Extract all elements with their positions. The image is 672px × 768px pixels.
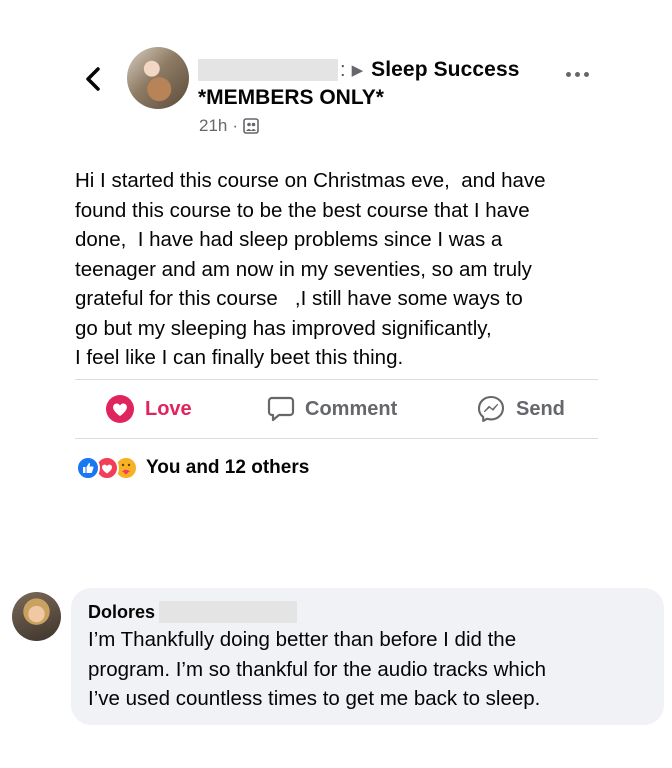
post-timestamp[interactable]: 21h (199, 116, 227, 136)
chevron-left-icon (86, 67, 100, 91)
comment-button[interactable]: Comment (267, 380, 397, 438)
post-body-line: grateful for this course ,I still have s… (75, 287, 523, 310)
post-action-bar: Love Comment Send (75, 380, 598, 438)
comment-line: I’m Thankfully doing better than before … (88, 628, 517, 651)
more-horizontal-icon (566, 72, 571, 77)
reactions-count: You and 12 others (146, 457, 310, 478)
author-avatar[interactable] (127, 47, 189, 109)
like-reaction-icon (76, 456, 100, 480)
comment-line: I’ve used countless times to get me back… (88, 687, 541, 710)
group-name[interactable]: Sleep Success (371, 58, 519, 82)
redacted-author-name (198, 59, 338, 81)
comment-text: I’m Thankfully doing better than before … (88, 625, 648, 714)
group-name-suffix[interactable]: *MEMBERS ONLY* (198, 86, 384, 110)
love-label: Love (145, 397, 192, 420)
comment-author[interactable]: Dolores (88, 602, 155, 623)
comment-label: Comment (305, 397, 398, 420)
love-heart-icon (106, 395, 134, 423)
post-body-line: found this course to be the best course … (75, 198, 530, 222)
redacted-commenter-surname (159, 601, 298, 623)
post-body-line: I feel like I can finally beet this thin… (75, 346, 404, 369)
reactions-summary[interactable]: You and 12 others (76, 456, 309, 480)
post-meta: 21h · (199, 116, 259, 136)
post-body-line: go but my sleeping has improved signific… (75, 316, 492, 340)
group-audience-icon (243, 118, 259, 134)
post-body-line: Hi I started this course on Christmas ev… (75, 169, 546, 192)
comment-line: program. I’m so thankful for the audio t… (88, 657, 547, 681)
love-button[interactable]: Love (105, 380, 192, 438)
comment-bubble: Dolores I’m Thankfully doing better than… (71, 588, 664, 725)
send-label: Send (516, 397, 565, 420)
post-body-line: teenager and am now in my seventies, so … (75, 257, 532, 281)
post-body-line: done, I have had sleep problems since I … (75, 228, 503, 251)
more-options-button[interactable] (566, 72, 589, 77)
back-button[interactable] (80, 64, 106, 94)
commenter-avatar[interactable] (12, 592, 61, 641)
send-button[interactable]: Send (476, 380, 565, 438)
meta-separator: · (232, 116, 239, 135)
divider-bottom (75, 438, 598, 439)
post-body: Hi I started this course on Christmas ev… (75, 166, 635, 373)
triangle-right-icon: ▶ (351, 62, 364, 79)
header-separator: : (340, 58, 346, 81)
comment-bubble-icon (267, 396, 295, 422)
comment-author-row: Dolores (88, 601, 298, 623)
messenger-send-icon (477, 395, 505, 423)
post-header: : ▶ Sleep Success (198, 57, 520, 83)
